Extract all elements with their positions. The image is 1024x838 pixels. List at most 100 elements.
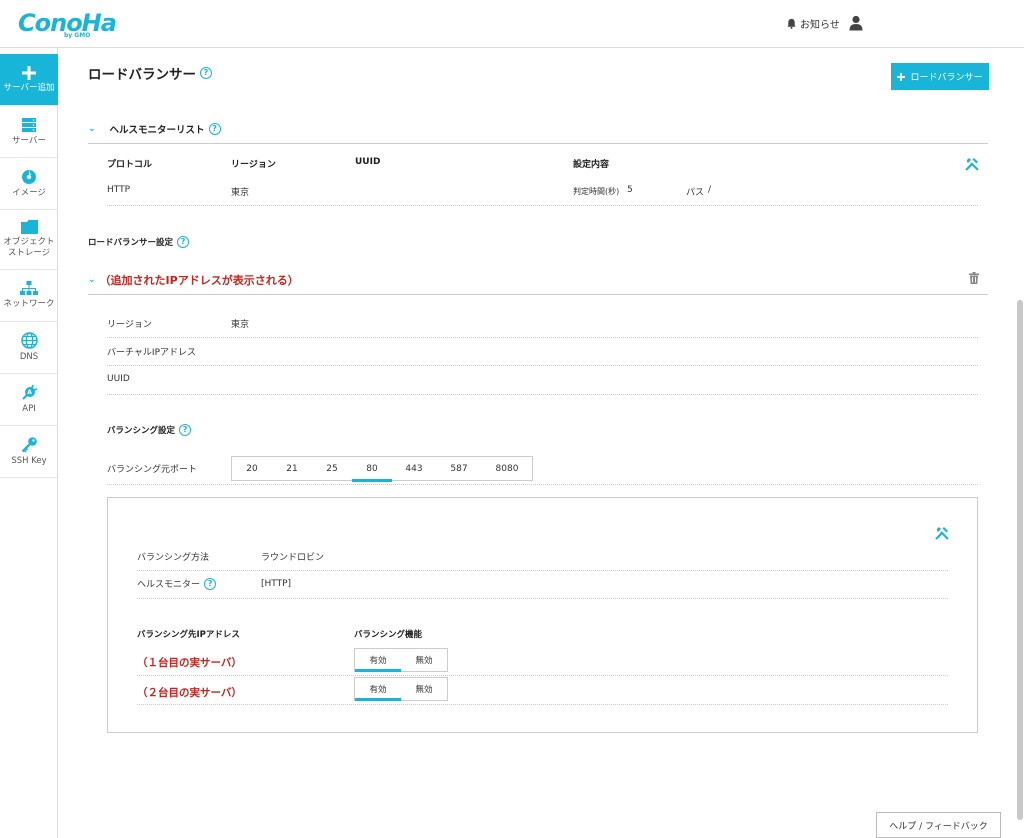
- server-2-disable[interactable]: 無効: [401, 678, 447, 700]
- server-2-toggle: 有効 無効: [354, 677, 448, 701]
- port-tab-8080[interactable]: 8080: [482, 457, 532, 481]
- network-icon: [20, 281, 38, 296]
- path-value: /: [708, 185, 712, 195]
- sidebar-item-label: API: [22, 404, 36, 415]
- notice-link[interactable]: お知らせ: [786, 16, 840, 31]
- divider: [107, 484, 978, 485]
- server-1-enable[interactable]: 有効: [355, 649, 401, 672]
- lb-ip-heading[interactable]: ⌄ （追加されたIPアドレスが表示される）: [88, 272, 299, 288]
- page-title: ロードバランサー ?: [88, 63, 212, 83]
- folder-icon: [20, 220, 38, 235]
- path-label: パス: [686, 188, 705, 198]
- column-header-settings: 設定内容: [573, 160, 610, 170]
- sidebar-item-add-server[interactable]: サーバー追加: [0, 54, 58, 106]
- help-feedback-button[interactable]: ヘルプ / フィードバック: [876, 812, 1001, 838]
- balancing-function-header: バランシング機能: [354, 630, 423, 640]
- help-icon[interactable]: ?: [179, 424, 192, 436]
- help-icon[interactable]: ?: [204, 577, 217, 590]
- health-monitor-value: [HTTP]: [261, 579, 292, 589]
- sidebar-item-label: サーバー: [12, 135, 46, 146]
- svg-text:A: A: [27, 389, 32, 396]
- chevron-down-icon[interactable]: ⌄: [88, 275, 96, 285]
- balancing-method-label: バランシング方法: [137, 553, 210, 563]
- balancing-method-value: ラウンドロビン: [261, 553, 325, 563]
- balancing-heading: バランシング設定 ?: [107, 424, 192, 436]
- trash-icon[interactable]: [969, 272, 979, 284]
- health-monitor-heading-text: ヘルスモニターリスト: [109, 125, 205, 136]
- sidebar-item-ssh-key[interactable]: SSH Key: [0, 426, 58, 478]
- chevron-down-icon[interactable]: ⌄: [88, 124, 96, 134]
- health-monitor-protocol: HTTP: [107, 185, 131, 195]
- page-scrollbar[interactable]: [1017, 300, 1023, 820]
- lb-settings-heading: ロードバランサー設定 ?: [88, 236, 190, 248]
- server-2-enable[interactable]: 有効: [355, 678, 401, 701]
- server-1-ip: （１台目の実サーバ）: [137, 657, 242, 669]
- health-monitor-row: ヘルスモニター ?: [137, 577, 217, 590]
- plus-icon: [897, 72, 906, 81]
- divider: [137, 598, 948, 599]
- sidebar-item-label: サーバー追加: [3, 82, 55, 93]
- user-icon[interactable]: [849, 15, 863, 31]
- divider: [137, 675, 948, 676]
- region-value: 東京: [231, 320, 250, 330]
- sidebar-item-dns[interactable]: DNS: [0, 322, 58, 374]
- sidebar-item-label: DNS: [19, 352, 39, 363]
- virtual-ip-label: バーチャルIPアドレス: [107, 348, 196, 358]
- sidebar-item-object-storage[interactable]: オブジェクト ストレージ: [0, 210, 58, 270]
- server-icon: [22, 117, 36, 132]
- sidebar-item-server[interactable]: サーバー: [0, 106, 58, 158]
- notice-label: お知らせ: [800, 20, 840, 31]
- help-icon[interactable]: ?: [177, 236, 190, 248]
- bell-icon: [787, 18, 796, 29]
- port-tabs: 20 21 25 80 443 587 8080: [231, 456, 533, 482]
- balancing-heading-text: バランシング設定: [107, 426, 176, 436]
- settings-tools-icon[interactable]: [935, 526, 949, 540]
- region-label: リージョン: [107, 320, 152, 330]
- divider: [107, 394, 978, 395]
- port-tab-80[interactable]: 80: [352, 457, 392, 482]
- interval-label: 判定時間(秒): [573, 187, 620, 196]
- divider: [137, 704, 948, 705]
- divider: [137, 570, 948, 571]
- port-tab-25[interactable]: 25: [312, 457, 352, 481]
- image-icon: [22, 169, 36, 184]
- sidebar-item-label: SSH Key: [11, 456, 47, 467]
- globe-icon: [20, 332, 38, 349]
- divider: [88, 294, 988, 295]
- dest-ip-header: バランシング先IPアドレス: [137, 630, 240, 640]
- logo-sub: by GMO: [64, 32, 91, 39]
- sidebar: サーバー追加 サーバー イメージ オブジェクト ストレージ ネットワーク DNS…: [0, 48, 58, 838]
- top-header: ConoHa by GMO お知らせ: [0, 0, 1024, 48]
- divider: [107, 365, 978, 366]
- lb-ip-note: （追加されたIPアドレスが表示される）: [99, 274, 299, 287]
- sidebar-item-label: イメージ: [12, 187, 46, 198]
- column-header-region: リージョン: [231, 160, 276, 170]
- server-1-disable[interactable]: 無効: [401, 649, 447, 671]
- sidebar-item-api[interactable]: A API: [0, 374, 58, 426]
- help-icon[interactable]: ?: [208, 123, 221, 135]
- help-icon[interactable]: ?: [200, 67, 212, 79]
- sidebar-item-label: オブジェクト ストレージ: [3, 237, 55, 258]
- health-monitor-label: ヘルスモニター: [137, 580, 201, 590]
- health-monitor-region: 東京: [231, 188, 250, 198]
- server-1-toggle: 有効 無効: [354, 648, 448, 672]
- column-header-protocol: プロトコル: [107, 160, 153, 170]
- uuid-label: UUID: [107, 374, 130, 384]
- port-tab-21[interactable]: 21: [272, 457, 312, 481]
- port-tab-443[interactable]: 443: [392, 457, 436, 481]
- sidebar-item-image[interactable]: イメージ: [0, 158, 58, 210]
- api-icon: A: [21, 384, 37, 400]
- column-header-uuid: UUID: [355, 157, 381, 167]
- sidebar-item-label: ネットワーク: [3, 299, 55, 310]
- balancing-port-label: バランシング元ポート: [107, 465, 198, 475]
- port-tab-20[interactable]: 20: [232, 457, 272, 481]
- add-load-balancer-button[interactable]: ロードバランサー: [891, 63, 989, 90]
- page-title-text: ロードバランサー: [88, 67, 196, 83]
- key-icon: [21, 437, 37, 453]
- port-tab-587[interactable]: 587: [436, 457, 482, 481]
- settings-tools-icon[interactable]: [965, 157, 979, 171]
- sidebar-item-network[interactable]: ネットワーク: [0, 270, 58, 322]
- health-monitor-heading[interactable]: ⌄ ヘルスモニターリスト ?: [88, 122, 221, 136]
- server-2-ip: （２台目の実サーバ）: [137, 687, 242, 699]
- interval-value: 5: [627, 185, 633, 195]
